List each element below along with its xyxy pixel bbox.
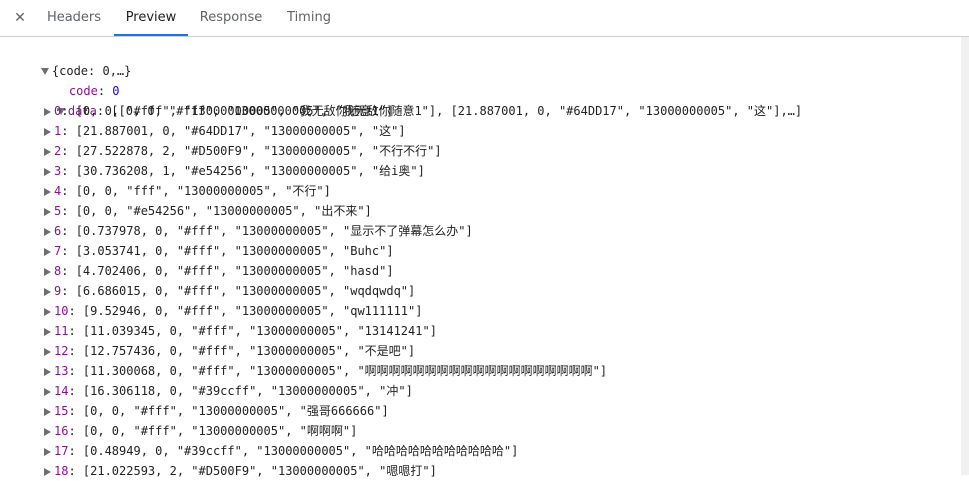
item-value: [16.306118, 0, "#39ccff", "13000000005",… bbox=[82, 384, 413, 398]
item-index: 15 bbox=[54, 404, 69, 418]
list-item[interactable]: 6: [0.737978, 0, "#fff", "13000000005", … bbox=[44, 221, 473, 241]
collapse-arrow-icon[interactable] bbox=[44, 407, 51, 416]
collapse-arrow-icon[interactable] bbox=[44, 187, 51, 196]
list-item[interactable]: 5: [0, 0, "#e54256", "13000000005", "出不来… bbox=[44, 201, 372, 221]
collapse-arrow-icon[interactable] bbox=[44, 467, 51, 476]
item-value: [4.702406, 0, "#fff", "13000000005", "ha… bbox=[75, 264, 394, 278]
list-item[interactable]: 12: [12.757436, 0, "#fff", "13000000005"… bbox=[44, 341, 415, 361]
tree-row-code: code: 0 bbox=[68, 84, 120, 98]
list-item[interactable]: 2: [27.522878, 2, "#D500F9", "1300000000… bbox=[44, 141, 442, 161]
item-value: [0, 0, "#fff", "13000000005", "强哥666666"… bbox=[82, 404, 389, 418]
item-value: [0, 0, "#fff", "13000000005", "我无敌你随意1"] bbox=[75, 104, 394, 118]
collapse-arrow-icon[interactable] bbox=[44, 427, 51, 436]
item-value: [27.522878, 2, "#D500F9", "13000000005",… bbox=[75, 144, 442, 158]
list-item[interactable]: 17: [0.48949, 0, "#39ccff", "13000000005… bbox=[44, 441, 518, 461]
item-value: [6.686015, 0, "#fff", "13000000005", "wq… bbox=[75, 284, 416, 298]
collapse-arrow-icon[interactable] bbox=[44, 147, 51, 156]
tree-row-data[interactable]: data: [[0, 0, "#fff", "13000000005", "我无… bbox=[28, 81, 802, 118]
collapse-arrow-icon[interactable] bbox=[44, 247, 51, 256]
list-item[interactable]: 9: [6.686015, 0, "#fff", "13000000005", … bbox=[44, 281, 415, 301]
list-item[interactable]: 8: [4.702406, 0, "#fff", "13000000005", … bbox=[44, 261, 394, 281]
collapse-arrow-icon[interactable] bbox=[44, 167, 51, 176]
list-item[interactable]: 14: [16.306118, 0, "#39ccff", "130000000… bbox=[44, 381, 413, 401]
list-item[interactable]: 10: [9.52946, 0, "#fff", "13000000005", … bbox=[44, 301, 422, 321]
item-value: [0, 0, "#e54256", "13000000005", "出不来"] bbox=[75, 204, 372, 218]
collapse-arrow-icon[interactable] bbox=[44, 107, 51, 116]
item-value: [21.022593, 2, "#D500F9", "13000000005",… bbox=[82, 464, 437, 478]
collapse-arrow-icon[interactable] bbox=[44, 267, 51, 276]
item-value: [11.039345, 0, "#fff", "13000000005", "1… bbox=[82, 324, 437, 338]
list-item[interactable]: 0: [0, 0, "#fff", "13000000005", "我无敌你随意… bbox=[44, 101, 393, 121]
list-item[interactable]: 4: [0, 0, "fff", "13000000005", "不行"] bbox=[44, 181, 331, 201]
item-value: [21.887001, 0, "#64DD17", "13000000005",… bbox=[75, 124, 406, 138]
item-index: 17 bbox=[54, 444, 69, 458]
item-index: 13 bbox=[54, 364, 69, 378]
list-item[interactable]: 15: [0, 0, "#fff", "13000000005", "强哥666… bbox=[44, 401, 389, 421]
collapse-arrow-icon[interactable] bbox=[44, 387, 51, 396]
item-value: [9.52946, 0, "#fff", "13000000005", "qw1… bbox=[82, 304, 423, 318]
item-value: [30.736208, 1, "#e54256", "13000000005",… bbox=[75, 164, 425, 178]
tab-response[interactable]: Response bbox=[192, 0, 270, 35]
collapse-arrow-icon[interactable] bbox=[44, 447, 51, 456]
list-item[interactable]: 13: [11.300068, 0, "#fff", "13000000005"… bbox=[44, 361, 607, 381]
collapse-arrow-icon[interactable] bbox=[44, 207, 51, 216]
collapse-arrow-icon[interactable] bbox=[44, 127, 51, 136]
list-item[interactable]: 11: [11.039345, 0, "#fff", "13000000005"… bbox=[44, 321, 437, 341]
list-item[interactable]: 7: [3.053741, 0, "#fff", "13000000005", … bbox=[44, 241, 394, 261]
tree-root[interactable]: {code: 0,…} bbox=[12, 41, 131, 78]
list-item[interactable]: 18: [21.022593, 2, "#D500F9", "130000000… bbox=[44, 461, 437, 481]
item-index: 18 bbox=[54, 464, 69, 478]
item-value: [0.48949, 0, "#39ccff", "13000000005", "… bbox=[82, 444, 519, 458]
item-index: 10 bbox=[54, 304, 69, 318]
collapse-arrow-icon[interactable] bbox=[44, 227, 51, 236]
collapse-arrow-icon[interactable] bbox=[44, 367, 51, 376]
item-index: 16 bbox=[54, 424, 69, 438]
collapse-arrow-icon[interactable] bbox=[44, 307, 51, 316]
list-item[interactable]: 16: [0, 0, "#fff", "13000000005", "啊啊啊"] bbox=[44, 421, 357, 441]
item-value: [0, 0, "fff", "13000000005", "不行"] bbox=[75, 184, 331, 198]
collapse-arrow-icon[interactable] bbox=[44, 327, 51, 336]
devtools-tab-bar: ✕ Headers Preview Response Timing bbox=[0, 0, 969, 37]
item-value: [0, 0, "#fff", "13000000005", "啊啊啊"] bbox=[82, 424, 358, 438]
collapse-arrow-icon[interactable] bbox=[44, 287, 51, 296]
list-item[interactable]: 3: [30.736208, 1, "#e54256", "1300000000… bbox=[44, 161, 425, 181]
item-value: [12.757436, 0, "#fff", "13000000005", "不… bbox=[82, 344, 416, 358]
item-index: 14 bbox=[54, 384, 69, 398]
collapse-arrow-icon[interactable] bbox=[44, 347, 51, 356]
item-value: [3.053741, 0, "#fff", "13000000005", "Bu… bbox=[75, 244, 394, 258]
close-icon[interactable]: ✕ bbox=[13, 9, 27, 27]
tab-preview[interactable]: Preview bbox=[114, 0, 188, 36]
tab-timing[interactable]: Timing bbox=[280, 0, 338, 35]
scrollbar[interactable] bbox=[961, 37, 969, 475]
list-item[interactable]: 1: [21.887001, 0, "#64DD17", "1300000000… bbox=[44, 121, 406, 141]
item-index: 11 bbox=[54, 324, 69, 338]
item-value: [11.300068, 0, "#fff", "13000000005", "啊… bbox=[82, 364, 608, 378]
item-value: [0.737978, 0, "#fff", "13000000005", "显示… bbox=[75, 224, 473, 238]
item-index: 12 bbox=[54, 344, 69, 358]
tab-headers[interactable]: Headers bbox=[38, 0, 110, 35]
